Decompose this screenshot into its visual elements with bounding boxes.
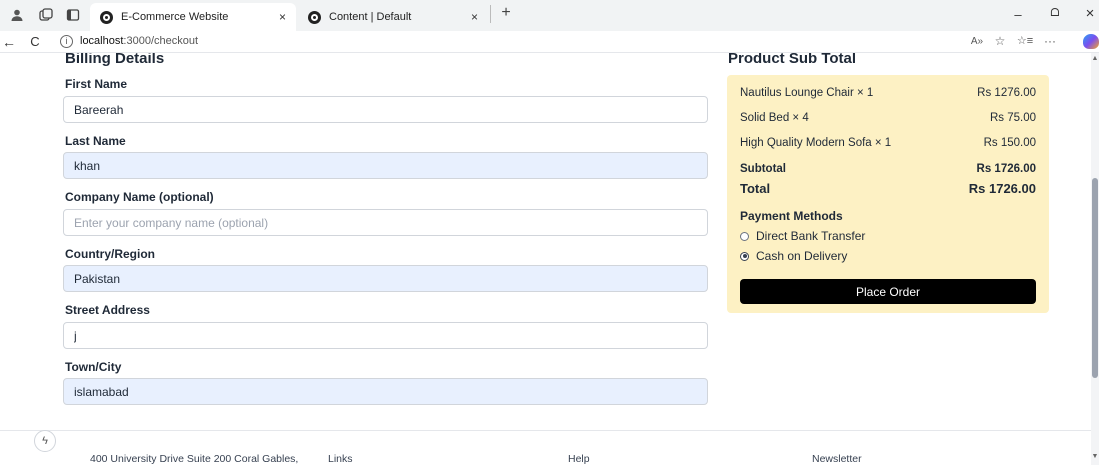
summary-item: High Quality Modern Sofa × 1 Rs 150.00 xyxy=(740,137,1036,149)
item-name: High Quality Modern Sofa × 1 xyxy=(740,137,892,149)
item-price: Rs 150.00 xyxy=(983,137,1036,149)
item-price: Rs 1276.00 xyxy=(977,87,1036,99)
content-favicon-icon xyxy=(308,10,321,24)
total-row: Total Rs 1726.00 xyxy=(740,181,1036,196)
payment-option-label: Direct Bank Transfer xyxy=(756,229,866,243)
payment-option-label: Cash on Delivery xyxy=(756,249,848,263)
summary-item: Solid Bed × 4 Rs 75.00 xyxy=(740,112,1036,124)
copilot-icon[interactable] xyxy=(1083,34,1099,49)
town-city-label: Town/City xyxy=(65,360,122,374)
profile-icon[interactable] xyxy=(10,8,24,22)
browser-tab-bar: E-Commerce Website × Content | Default ×… xyxy=(0,0,1099,31)
back-icon[interactable]: ← xyxy=(0,33,18,51)
address-bar: ← C i localhost:3000/checkout A» ☆ ☆≡ ··… xyxy=(0,31,1099,53)
place-order-button[interactable]: Place Order xyxy=(740,279,1036,304)
order-summary-panel: Nautilus Lounge Chair × 1 Rs 1276.00 Sol… xyxy=(727,75,1049,313)
last-name-input[interactable] xyxy=(63,152,708,179)
restore-icon[interactable]: ᗝ xyxy=(1045,7,1065,20)
assistant-icon[interactable]: ϟ xyxy=(34,430,56,452)
more-icon[interactable]: ··· xyxy=(1040,34,1060,48)
ecommerce-favicon-icon xyxy=(100,10,113,24)
close-tab-icon[interactable]: × xyxy=(279,10,286,24)
radio-checked-icon[interactable] xyxy=(740,251,749,261)
country-label: Country/Region xyxy=(65,247,155,261)
company-name-label: Company Name (optional) xyxy=(65,190,214,204)
item-name: Nautilus Lounge Chair × 1 xyxy=(740,87,874,99)
company-name-input[interactable] xyxy=(63,209,708,236)
tab-content-default[interactable]: Content | Default × xyxy=(298,3,488,31)
favorites-list-icon[interactable]: ☆≡ xyxy=(1015,34,1035,47)
footer: 400 University Drive Suite 200 Coral Gab… xyxy=(0,430,1095,465)
scroll-down-icon[interactable]: ▼ xyxy=(1091,453,1099,460)
reload-icon[interactable]: C xyxy=(26,33,44,51)
tab-divider xyxy=(490,5,491,23)
total-label: Total xyxy=(740,181,771,196)
footer-address: 400 University Drive Suite 200 Coral Gab… xyxy=(90,453,299,465)
url-field[interactable]: localhost:3000/checkout xyxy=(80,35,198,47)
workspaces-icon[interactable] xyxy=(39,8,53,22)
first-name-input[interactable] xyxy=(63,96,708,123)
footer-links-heading: Links xyxy=(328,453,353,465)
footer-help-heading: Help xyxy=(568,453,590,465)
town-city-input[interactable] xyxy=(63,378,708,405)
site-info-icon[interactable]: i xyxy=(60,35,73,48)
tab-title: E-Commerce Website xyxy=(121,11,229,23)
summary-title: Product Sub Total xyxy=(728,53,857,67)
payment-option-cash-on-delivery[interactable]: Cash on Delivery xyxy=(740,249,847,263)
new-tab-icon[interactable]: + xyxy=(499,5,513,21)
payment-option-bank-transfer[interactable]: Direct Bank Transfer xyxy=(740,229,865,243)
payment-methods-title: Payment Methods xyxy=(740,209,843,223)
footer-newsletter-heading: Newsletter xyxy=(812,453,862,465)
total-value: Rs 1726.00 xyxy=(968,181,1036,196)
subtotal-label: Subtotal xyxy=(740,163,786,175)
street-address-input[interactable] xyxy=(63,322,708,349)
radio-unchecked-icon[interactable] xyxy=(740,231,749,241)
scroll-thumb[interactable] xyxy=(1092,178,1098,378)
minimize-icon[interactable]: – xyxy=(1008,7,1028,22)
checkout-page: Billing Details First Name Last Name Com… xyxy=(0,53,1099,465)
last-name-label: Last Name xyxy=(65,134,126,148)
summary-item: Nautilus Lounge Chair × 1 Rs 1276.00 xyxy=(740,87,1036,99)
country-input[interactable] xyxy=(63,265,708,292)
subtotal-value: Rs 1726.00 xyxy=(976,163,1036,175)
window-close-icon[interactable]: × xyxy=(1080,5,1099,22)
tab-ecommerce[interactable]: E-Commerce Website × xyxy=(90,3,296,31)
subtotal-row: Subtotal Rs 1726.00 xyxy=(740,163,1036,175)
tab-actions-icon[interactable] xyxy=(66,8,80,22)
scroll-up-icon[interactable]: ▲ xyxy=(1091,55,1099,62)
tab-title: Content | Default xyxy=(329,11,412,23)
url-path: :3000/checkout xyxy=(123,35,199,47)
item-price: Rs 75.00 xyxy=(989,112,1036,124)
first-name-label: First Name xyxy=(65,77,128,91)
item-name: Solid Bed × 4 xyxy=(740,112,809,124)
billing-title: Billing Details xyxy=(65,53,165,67)
page-scrollbar[interactable]: ▲ ▼ xyxy=(1091,53,1099,465)
favorite-icon[interactable]: ☆ xyxy=(990,34,1010,48)
read-aloud-icon[interactable]: A» xyxy=(967,36,987,47)
street-address-label: Street Address xyxy=(65,303,150,317)
url-host: localhost xyxy=(80,35,124,47)
close-tab-icon[interactable]: × xyxy=(471,10,478,24)
